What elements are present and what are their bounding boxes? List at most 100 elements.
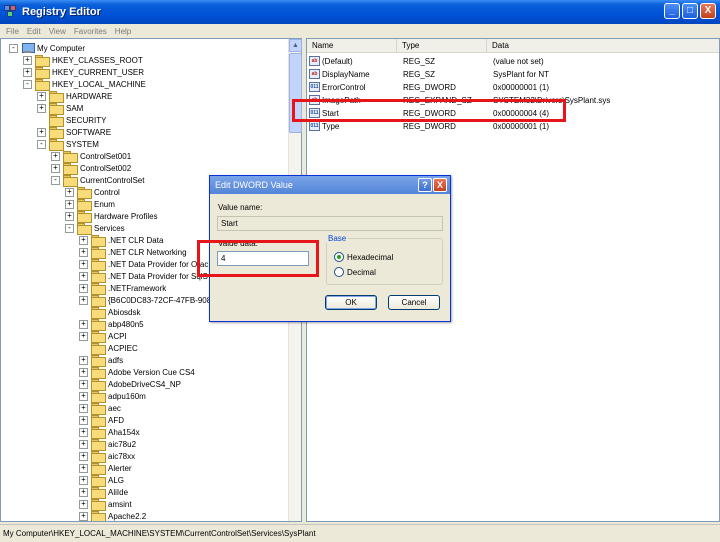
expand-icon[interactable]: + [79, 235, 88, 245]
menu-view[interactable]: View [45, 27, 70, 36]
tree-node[interactable]: + .NET Data Provider for SqlS [79, 270, 208, 283]
radio-unselected-icon[interactable] [334, 267, 344, 277]
expand-icon[interactable]: + [65, 187, 74, 197]
expand-icon[interactable]: + [65, 199, 74, 209]
expand-icon[interactable]: + [79, 367, 88, 377]
column-header-data[interactable]: Data [487, 39, 719, 53]
tree-node[interactable]: + AdobeDriveCS4_NP [79, 378, 181, 391]
menu-file[interactable]: File [2, 27, 23, 36]
minimize-button[interactable]: _ [664, 3, 680, 19]
tree-node[interactable]: + aic78u2 [79, 438, 136, 451]
tree-node[interactable]: + SOFTWARE [37, 126, 111, 139]
menu-favorites[interactable]: Favorites [70, 27, 111, 36]
collapse-icon[interactable]: - [9, 43, 18, 53]
tree-node[interactable]: + {B6C0DC83-72CF-47FB-908 [79, 294, 211, 307]
expand-icon[interactable]: + [51, 163, 60, 173]
hexadecimal-radio[interactable]: Hexadecimal [334, 252, 393, 262]
expand-icon[interactable]: + [79, 415, 88, 425]
expand-icon[interactable]: + [37, 103, 46, 113]
expand-icon[interactable]: + [79, 391, 88, 401]
tree-node[interactable]: + .NET CLR Data [79, 234, 163, 247]
tree-node[interactable]: + .NET CLR Networking [79, 246, 187, 259]
tree-node[interactable]: + AliIde [79, 486, 128, 499]
menu-help[interactable]: Help [111, 27, 135, 36]
expand-icon[interactable]: + [79, 283, 88, 293]
menu-edit[interactable]: Edit [23, 27, 45, 36]
tree-node[interactable]: + AFD [79, 414, 124, 427]
expand-icon[interactable]: + [79, 511, 88, 521]
tree-node[interactable]: + HKEY_CLASSES_ROOT [23, 54, 143, 67]
collapse-icon[interactable]: - [37, 139, 46, 149]
tree-node[interactable]: + SAM [37, 102, 83, 115]
tree-node[interactable]: + ACPI [79, 330, 127, 343]
tree-node[interactable]: - Services [65, 222, 125, 235]
tree-node[interactable]: Abiosdsk [79, 306, 140, 319]
expand-icon[interactable]: + [79, 427, 88, 437]
expand-icon[interactable]: + [79, 379, 88, 389]
ok-button[interactable]: OK [325, 295, 377, 310]
expand-icon[interactable]: + [79, 463, 88, 473]
expand-icon[interactable]: + [37, 127, 46, 137]
expand-icon[interactable]: + [79, 499, 88, 509]
tree-node[interactable]: + .NETFramework [79, 282, 166, 295]
expand-icon[interactable]: + [79, 403, 88, 413]
expand-icon[interactable]: + [79, 331, 88, 341]
tree-node[interactable]: - HKEY_LOCAL_MACHINE [23, 78, 146, 91]
tree-node[interactable]: + .NET Data Provider for Orac [79, 258, 208, 271]
expand-icon[interactable]: + [79, 319, 88, 329]
tree-node[interactable]: + Enum [65, 198, 115, 211]
tree-node[interactable]: ACPIEC [79, 342, 138, 355]
collapse-icon[interactable]: - [23, 79, 32, 89]
tree-node[interactable]: + Adobe Version Cue CS4 [79, 366, 195, 379]
tree-node[interactable]: + aec [79, 402, 121, 415]
tree-node[interactable]: + abp480n5 [79, 318, 144, 331]
expand-icon[interactable]: + [79, 247, 88, 257]
value-row[interactable]: 011 ErrorControl REG_DWORD 0x00000001 (1) [309, 81, 719, 93]
expand-icon[interactable]: + [79, 259, 88, 269]
tree-node[interactable]: + HKEY_CURRENT_USER [23, 66, 144, 79]
tree-node[interactable]: + Apache2.2 [79, 510, 146, 521]
expand-icon[interactable]: + [23, 55, 32, 65]
tree-node[interactable]: + ControlSet002 [51, 162, 131, 175]
expand-icon[interactable]: + [79, 487, 88, 497]
expand-icon[interactable]: + [79, 295, 88, 305]
tree-node[interactable]: + Aha154x [79, 426, 140, 439]
tree-node[interactable]: + ControlSet001 [51, 150, 131, 163]
maximize-button[interactable]: □ [682, 3, 698, 19]
radio-selected-icon[interactable] [334, 252, 344, 262]
collapse-icon[interactable]: - [65, 223, 74, 233]
tree-node[interactable]: + adfs [79, 354, 123, 367]
expand-icon[interactable]: + [23, 67, 32, 77]
expand-icon[interactable]: + [79, 271, 88, 281]
expand-icon[interactable]: + [79, 355, 88, 365]
tree-node[interactable]: + Alerter [79, 462, 132, 475]
tree-node[interactable]: SECURITY [37, 114, 106, 127]
expand-icon[interactable]: + [79, 475, 88, 485]
value-row[interactable]: ab (Default) REG_SZ (value not set) [309, 55, 719, 67]
tree-node[interactable]: - CurrentControlSet [51, 174, 144, 187]
collapse-icon[interactable]: - [51, 175, 60, 185]
close-button[interactable]: X [700, 3, 716, 19]
tree-node[interactable]: - SYSTEM [37, 138, 99, 151]
tree-node[interactable]: + ALG [79, 474, 124, 487]
tree-node[interactable]: + amsint [79, 498, 132, 511]
expand-icon[interactable]: + [65, 211, 74, 221]
tree-node[interactable]: + Control [65, 186, 120, 199]
tree-node[interactable]: + HARDWARE [37, 90, 112, 103]
value-row[interactable]: ab DisplayName REG_SZ SysPlant for NT [309, 68, 719, 80]
tree-node[interactable]: - My Computer [9, 42, 85, 54]
decimal-radio[interactable]: Decimal [334, 267, 376, 277]
tree-node[interactable]: + aic78xx [79, 450, 135, 463]
tree-node[interactable]: + Hardware Profiles [65, 210, 158, 223]
column-header-type[interactable]: Type [397, 39, 487, 53]
expand-icon[interactable]: + [51, 151, 60, 161]
tree-node[interactable]: + adpu160m [79, 390, 146, 403]
scroll-up-icon[interactable]: ▲ [289, 39, 302, 52]
dialog-close-button[interactable]: X [433, 178, 447, 192]
cancel-button[interactable]: Cancel [388, 295, 440, 310]
expand-icon[interactable]: + [79, 451, 88, 461]
expand-icon[interactable]: + [79, 439, 88, 449]
help-button[interactable]: ? [418, 178, 432, 192]
expand-icon[interactable]: + [37, 91, 46, 101]
column-header-name[interactable]: Name [307, 39, 397, 53]
